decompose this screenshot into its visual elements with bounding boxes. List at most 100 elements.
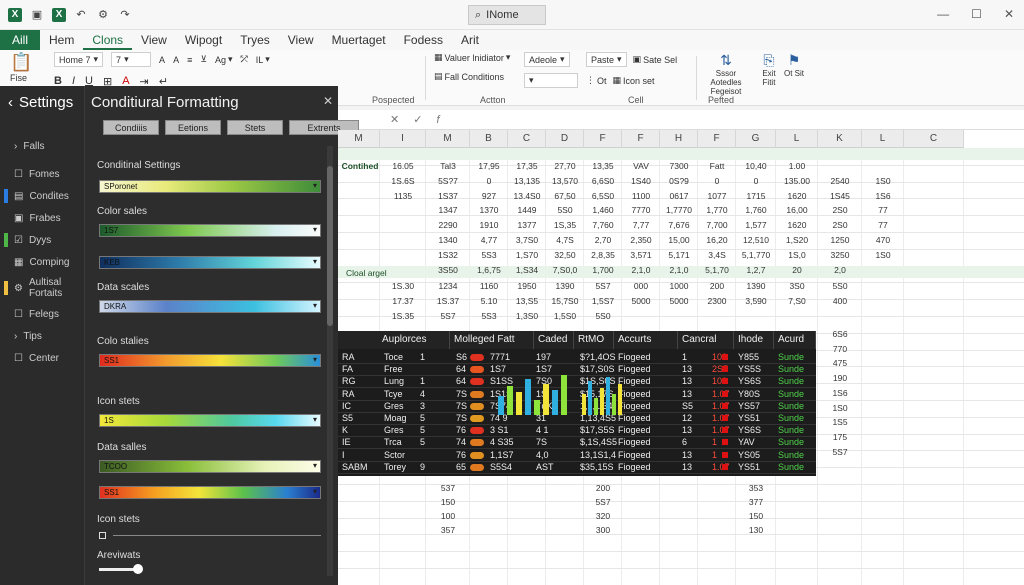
dark-table-cell[interactable]: 74 — [454, 436, 466, 449]
table-cell[interactable]: 1S37 — [426, 190, 470, 202]
sidebar-item-falls[interactable]: › Falls — [0, 135, 84, 157]
dark-table-cell[interactable]: 76 — [454, 449, 466, 462]
column-header[interactable]: D — [546, 130, 584, 148]
column-header[interactable]: F — [584, 130, 622, 148]
table-cell[interactable]: 300 — [584, 524, 622, 536]
table-cell[interactable]: 1910 — [470, 219, 508, 231]
blank-dropdown[interactable]: ▾ — [524, 73, 578, 88]
dark-table-cell[interactable]: 13 — [680, 375, 692, 388]
dark-table-cell[interactable]: Sunde — [776, 400, 804, 413]
settings-gear-icon[interactable]: ⚙ — [96, 8, 110, 22]
table-cell[interactable]: 470 — [862, 234, 904, 246]
table-cell[interactable]: 1370 — [470, 204, 508, 216]
tab-clons[interactable]: Clons — [83, 30, 133, 50]
table-cell[interactable]: 7,760 — [584, 219, 622, 231]
table-cell[interactable]: 1620 — [776, 190, 818, 202]
table-cell[interactable]: 475 — [818, 357, 862, 369]
dark-table-cell[interactable]: RA — [340, 351, 355, 364]
column-header[interactable]: L — [776, 130, 818, 148]
dark-table-cell[interactable]: Fiogeed — [616, 436, 651, 449]
column-header[interactable]: F — [622, 130, 660, 148]
sidebar-item-comping[interactable]: ▦ Comping — [0, 251, 84, 273]
dark-table-cell[interactable]: 1 — [710, 449, 717, 462]
dark-table-header[interactable]: Molleged Fatt — [450, 331, 534, 349]
table-cell[interactable]: 6,6S0 — [584, 175, 622, 187]
sidebar-item-tips[interactable]: › Tips — [0, 325, 84, 347]
tab-view[interactable]: View — [132, 30, 176, 50]
dark-table-cell[interactable]: 7S — [454, 400, 467, 413]
cf-field-ss1-2[interactable]: SS1 ▾ — [99, 486, 321, 499]
tab-wipogt[interactable]: Wipogt — [176, 30, 231, 50]
table-cell[interactable]: 1.00 — [776, 160, 818, 172]
dark-table-cell[interactable]: S5 — [340, 412, 353, 425]
table-cell[interactable]: 1,770 — [698, 204, 736, 216]
table-cell[interactable]: 5S3 — [470, 310, 508, 322]
table-cell[interactable]: 5S0 — [584, 310, 622, 322]
table-cell[interactable]: 7300 — [660, 160, 698, 172]
excel-doc-icon[interactable]: X — [52, 7, 66, 22]
dark-table-cell[interactable]: 1S7 — [488, 363, 506, 376]
dark-table-cell[interactable]: Gres — [382, 400, 404, 413]
dark-table-cell[interactable]: SABM — [340, 461, 368, 474]
table-cell[interactable]: 190 — [818, 372, 862, 384]
cf-tab-condiiis[interactable]: Condiiis — [103, 120, 159, 135]
column-header[interactable]: C — [904, 130, 964, 148]
column-header[interactable]: F — [698, 130, 736, 148]
tab-arit[interactable]: Arit — [452, 30, 488, 50]
table-cell[interactable]: 1715 — [736, 190, 776, 202]
table-cell[interactable]: 13,S5 — [508, 295, 546, 307]
dark-table-header[interactable]: Acurd — [774, 331, 816, 349]
dark-table-header[interactable]: Auplorces — [338, 331, 450, 349]
table-cell[interactable]: 13,35 — [584, 160, 622, 172]
dark-table-cell[interactable]: 13 — [680, 388, 692, 401]
table-cell[interactable]: 0617 — [660, 190, 698, 202]
dark-table-cell[interactable]: $17,S0S — [578, 363, 615, 376]
sidebar-item-frabes[interactable]: ▣ Frabes — [0, 207, 84, 229]
dark-table-header[interactable]: Accurts — [614, 331, 678, 349]
dark-table-cell[interactable]: 1,1S7 — [488, 449, 514, 462]
paste-dropdown[interactable]: Paste ▾ — [586, 52, 627, 67]
dark-table-cell[interactable]: Lung — [382, 375, 404, 388]
dark-table-cell[interactable] — [418, 449, 420, 462]
table-cell[interactable]: 67,50 — [546, 190, 584, 202]
table-cell[interactable]: 5S7 — [426, 310, 470, 322]
table-cell[interactable]: 1000 — [660, 280, 698, 292]
dark-table-cell[interactable]: Sunde — [776, 375, 804, 388]
table-cell[interactable]: 000 — [622, 280, 660, 292]
merge-icon[interactable]: ⤱ — [240, 54, 247, 65]
dark-table-cell[interactable]: Sctor — [382, 449, 405, 462]
table-cell[interactable]: 150 — [736, 510, 776, 522]
dark-table-cell[interactable]: 5 — [418, 412, 425, 425]
dark-table-cell[interactable]: 7S — [534, 436, 547, 449]
dark-table-cell[interactable]: 13 — [680, 449, 692, 462]
table-cell[interactable]: 1340 — [426, 234, 470, 246]
dark-table-cell[interactable]: Fiogeed — [616, 461, 651, 474]
dark-table-cell[interactable]: RG — [340, 375, 356, 388]
dark-table-cell[interactable]: Sunde — [776, 363, 804, 376]
dark-table-cell[interactable]: FA — [340, 363, 353, 376]
dark-table-cell[interactable]: YS51 — [736, 461, 760, 474]
table-cell[interactable]: 377 — [736, 496, 776, 508]
ot-sit-group[interactable]: ⚑ Ot Sit — [782, 52, 806, 102]
table-cell[interactable]: 5S7 — [818, 446, 862, 458]
dark-table-cell[interactable]: Sunde — [776, 436, 804, 449]
table-cell[interactable]: 5,171 — [660, 249, 698, 261]
table-cell[interactable]: 1S40 — [622, 175, 660, 187]
table-cell[interactable]: 1S6 — [818, 387, 862, 399]
table-cell[interactable]: 1135 — [380, 190, 426, 202]
table-cell[interactable]: 20 — [776, 264, 818, 276]
table-cell[interactable]: 3,590 — [736, 295, 776, 307]
shrink-font-button[interactable]: A — [173, 55, 179, 65]
table-cell[interactable]: 150 — [426, 496, 470, 508]
table-cell[interactable]: 3S50 — [426, 264, 470, 276]
table-cell[interactable]: 1S45 — [818, 190, 862, 202]
table-cell[interactable]: 1,S34 — [508, 264, 546, 276]
dark-table-cell[interactable]: I — [340, 449, 345, 462]
undo-icon[interactable]: ↶ — [74, 8, 88, 22]
table-cell[interactable]: 15,00 — [660, 234, 698, 246]
formula-bar[interactable]: ✕ ✓ f — [338, 110, 1024, 130]
dark-table-cell[interactable]: 4 1 — [534, 424, 549, 437]
dark-table-cell[interactable]: 76 — [454, 424, 466, 437]
dark-table-cell[interactable]: IC — [340, 400, 351, 413]
dark-table-cell[interactable]: Sunde — [776, 351, 804, 364]
